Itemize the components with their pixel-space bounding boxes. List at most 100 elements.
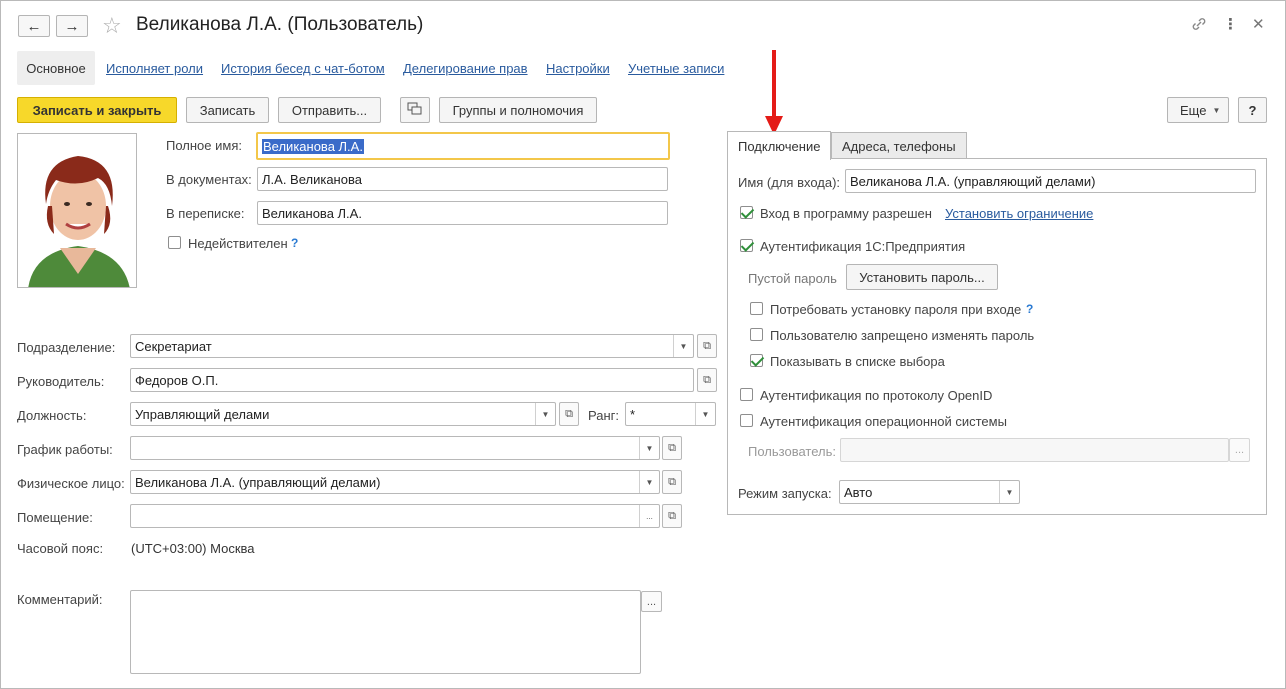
timezone-label: Часовой пояс: [17,541,104,556]
department-open-button[interactable]: ⧉ [697,334,717,358]
invalid-checkbox[interactable] [168,236,181,249]
star-icon[interactable]: ☆ [102,13,122,39]
full-name-input[interactable]: Великанова Л.А. [256,132,670,160]
chevron-down-icon[interactable]: ▼ [639,471,659,493]
rank-value: * [630,406,636,422]
department-input[interactable]: Секретариат ▼ [130,334,694,358]
save-button[interactable]: Записать [186,97,269,123]
os-user-select-button[interactable]: ... [1229,438,1250,462]
send-button[interactable]: Отправить... [278,97,381,123]
in-mail-label: В переписке: [166,206,245,221]
os-user-input[interactable] [840,438,1229,462]
auth-openid-checkbox[interactable] [740,388,753,401]
schedule-input[interactable]: ▼ [130,436,660,460]
report-button[interactable] [400,97,430,123]
chevron-down-icon[interactable]: ▼ [535,403,555,425]
user-photo [17,133,137,288]
arrow-right-icon: → [64,17,80,35]
chevron-down-icon[interactable]: ▼ [639,437,659,459]
comment-textarea[interactable] [130,590,641,674]
room-open-button[interactable]: ⧉ [662,504,682,528]
in-docs-input[interactable]: Л.А. Великанова [257,167,668,191]
windows-icon [407,102,423,119]
login-input[interactable]: Великанова Л.А. (управляющий делами) [845,169,1256,193]
os-user-label: Пользователь: [748,444,836,459]
close-icon[interactable]: ✕ [1252,15,1265,33]
nav-link-delegation[interactable]: Делегирование прав [403,61,528,76]
schedule-open-button[interactable]: ⧉ [662,436,682,460]
empty-password-label: Пустой пароль [748,271,837,286]
rank-label: Ранг: [588,408,620,423]
position-open-button[interactable]: ⧉ [559,402,579,426]
chevron-down-icon: ▼ [1212,105,1221,115]
position-value: Управляющий делами [135,406,270,422]
auth-openid-label: Аутентификация по протоколу OpenID [760,388,993,403]
room-label: Помещение: [17,510,93,525]
show-in-list-label: Показывать в списке выбора [770,354,945,369]
in-docs-label: В документах: [166,172,252,187]
access-allowed-label: Вход в программу разрешен [760,206,932,221]
manager-open-button[interactable]: ⧉ [697,368,717,392]
nav-link-settings[interactable]: Настройки [546,61,610,76]
forward-button[interactable]: → [56,15,88,37]
in-mail-input[interactable]: Великанова Л.А. [257,201,668,225]
invalid-label: Недействителен [188,236,288,251]
set-restriction-link[interactable]: Установить ограничение [945,206,1093,221]
comment-label: Комментарий: [17,592,103,607]
back-button[interactable]: ← [18,15,50,37]
help-button[interactable]: ? [1238,97,1267,123]
chevron-down-icon[interactable]: ▼ [673,335,693,357]
page-title: Великанова Л.А. (Пользователь) [136,14,424,35]
person-input[interactable]: Великанова Л.А. (управляющий делами) ▼ [130,470,660,494]
auth-1c-checkbox[interactable] [740,239,753,252]
timezone-value: (UTC+03:00) Москва [131,541,255,556]
chevron-down-icon[interactable]: ▼ [695,403,715,425]
require-password-checkbox[interactable] [750,302,763,315]
tab-addresses-phones[interactable]: Адреса, телефоны [831,132,967,160]
groups-permissions-button[interactable]: Группы и полномочия [439,97,597,123]
position-input[interactable]: Управляющий делами ▼ [130,402,556,426]
more-icon[interactable]: ⋮ [1223,15,1238,33]
person-label: Физическое лицо: [17,476,125,491]
link-icon[interactable] [1190,15,1208,37]
arrow-left-icon: ← [26,17,42,35]
full-name-value: Великанова Л.А. [262,138,364,154]
invalid-help-icon[interactable]: ? [291,236,298,250]
access-allowed-checkbox[interactable] [740,206,753,219]
auth-1c-label: Аутентификация 1С:Предприятия [760,239,966,254]
launch-mode-value: Авто [844,484,873,500]
schedule-label: График работы: [17,442,113,457]
position-label: Должность: [17,408,87,423]
full-name-label: Полное имя: [166,138,242,153]
launch-mode-label: Режим запуска: [738,486,832,501]
tab-connection[interactable]: Подключение [727,131,832,160]
manager-label: Руководитель: [17,374,105,389]
nav-link-chatbot-history[interactable]: История бесед с чат-ботом [221,61,385,76]
nav-link-roles[interactable]: Исполняет роли [106,61,203,76]
show-in-list-checkbox[interactable] [750,354,763,367]
forbid-change-checkbox[interactable] [750,328,763,341]
rank-select[interactable]: * ▼ [625,402,716,426]
chevron-down-icon[interactable]: ▼ [999,481,1019,503]
require-password-label: Потребовать установку пароля при входе [770,302,1022,317]
red-arrow-indicator [764,50,784,139]
comment-edit-button[interactable]: ... [641,591,662,612]
require-password-help-icon[interactable]: ? [1026,302,1033,316]
room-input[interactable]: ... [130,504,660,528]
more-button[interactable]: Еще ▼ [1167,97,1229,123]
person-value: Великанова Л.А. (управляющий делами) [135,474,381,490]
nav-link-accounts[interactable]: Учетные записи [628,61,724,76]
set-password-button[interactable]: Установить пароль... [846,264,998,290]
department-label: Подразделение: [17,340,116,355]
auth-os-checkbox[interactable] [740,414,753,427]
more-button-label: Еще [1180,102,1207,118]
auth-os-label: Аутентификация операционной системы [760,414,1007,429]
ellipsis-icon[interactable]: ... [639,505,659,527]
department-value: Секретариат [135,338,212,354]
manager-input[interactable]: Федоров О.П. [130,368,694,392]
forbid-change-label: Пользователю запрещено изменять пароль [770,328,1035,343]
tab-main[interactable]: Основное [17,51,95,85]
save-and-close-button[interactable]: Записать и закрыть [17,97,177,123]
person-open-button[interactable]: ⧉ [662,470,682,494]
launch-mode-select[interactable]: Авто ▼ [839,480,1020,504]
